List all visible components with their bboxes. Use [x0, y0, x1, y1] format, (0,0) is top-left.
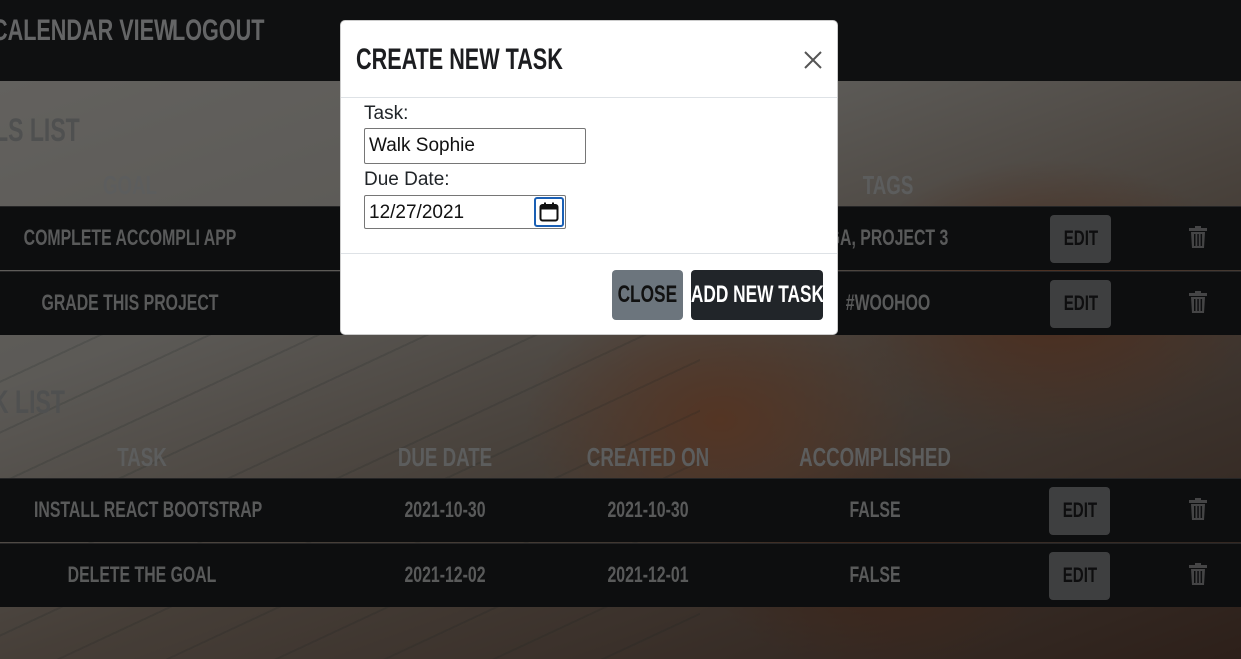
- due-date-input[interactable]: 12/27/2021: [364, 195, 566, 229]
- task-label: Task:: [364, 103, 409, 124]
- calendar-icon: [539, 202, 559, 222]
- calendar-picker-button[interactable]: [534, 197, 564, 227]
- create-task-modal: CREATE NEW TASK Task: Due Date: 12/27/20…: [340, 20, 838, 335]
- add-new-task-button[interactable]: ADD NEW TASK: [690, 270, 824, 320]
- due-date-label: Due Date:: [364, 169, 450, 190]
- due-date-value: 12/27/2021: [369, 202, 465, 223]
- modal-header: CREATE NEW TASK: [341, 21, 837, 98]
- task-input[interactable]: [364, 128, 586, 164]
- modal-title: CREATE NEW TASK: [356, 43, 563, 76]
- close-button-label: CLOSE: [617, 281, 678, 308]
- add-new-task-button-label: ADD NEW TASK: [690, 281, 824, 308]
- modal-footer: CLOSE ADD NEW TASK: [341, 253, 837, 335]
- close-button[interactable]: CLOSE: [612, 270, 683, 320]
- close-icon[interactable]: [803, 50, 823, 70]
